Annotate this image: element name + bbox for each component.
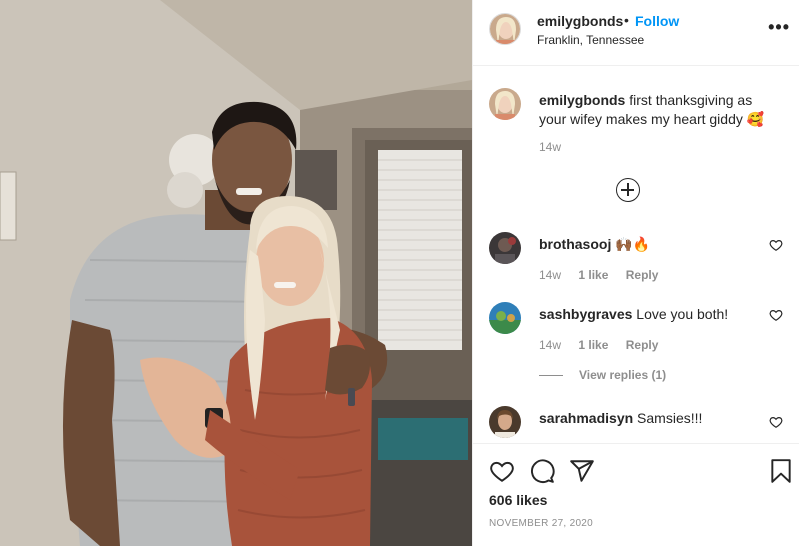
post-actions: 606 likes NOVEMBER 27, 2020 [473, 443, 799, 546]
paper-plane-icon[interactable] [569, 458, 595, 484]
comment-text-block: sashbygraves Love you both! [539, 305, 728, 324]
comment-time[interactable]: 14w [539, 268, 561, 282]
separator-dot: • [624, 12, 629, 28]
comment-like-heart-icon[interactable] [769, 308, 783, 322]
comment-time[interactable]: 14w [539, 338, 561, 352]
caption-username[interactable]: emilygbonds [539, 92, 625, 108]
comment-likes[interactable]: 1 like [578, 268, 608, 282]
comment-like-heart-icon[interactable] [769, 238, 783, 252]
caption-time[interactable]: 14w [539, 140, 561, 154]
comment-meta: 14w 1 like Reply [539, 338, 672, 352]
heart-icon[interactable] [489, 458, 515, 484]
comment-text: Samsies!!! [633, 410, 703, 426]
commenter-avatar[interactable] [489, 302, 521, 334]
view-replies-label: View replies (1) [579, 368, 667, 382]
author-avatar[interactable] [489, 13, 521, 45]
comment-text-block: brothasooj 🙌🏾🔥 [539, 235, 650, 254]
post-date[interactable]: NOVEMBER 27, 2020 [489, 518, 593, 529]
bookmark-icon[interactable] [768, 458, 794, 484]
likes-count[interactable]: 606 likes [489, 492, 547, 508]
post-dialog: emilygbonds • Follow Franklin, Tennessee… [0, 0, 799, 546]
follow-button[interactable]: Follow [635, 13, 679, 29]
commenter-avatar[interactable] [489, 406, 521, 438]
comment-text-block: sarahmadisyn Samsies!!! [539, 409, 702, 428]
view-replies-button[interactable]: View replies (1) [539, 368, 666, 382]
comment-username[interactable]: sashbygraves [539, 306, 632, 322]
caption-avatar[interactable] [489, 88, 521, 120]
comment-meta: 14w 1 like Reply [539, 268, 672, 282]
comment-username[interactable]: sarahmadisyn [539, 410, 633, 426]
post-photo[interactable] [0, 0, 472, 546]
comment-like-heart-icon[interactable] [769, 415, 783, 429]
reply-button[interactable]: Reply [626, 268, 659, 282]
post-location[interactable]: Franklin, Tennessee [537, 33, 644, 47]
author-username[interactable]: emilygbonds [537, 13, 623, 29]
comment-text: 🙌🏾🔥 [611, 236, 651, 252]
post-photo-image [0, 0, 472, 546]
plus-circle-icon[interactable] [616, 178, 640, 202]
post-sidebar: emilygbonds • Follow Franklin, Tennessee… [472, 0, 799, 546]
comment-text: Love you both! [632, 306, 729, 322]
reply-button[interactable]: Reply [626, 338, 659, 352]
commenter-avatar[interactable] [489, 232, 521, 264]
caption-text-block: emilygbonds first thanksgiving as your w… [539, 91, 783, 129]
comment-likes[interactable]: 1 like [578, 338, 608, 352]
post-header: emilygbonds • Follow Franklin, Tennessee… [473, 0, 799, 66]
replies-divider-line [539, 375, 563, 377]
comment-username[interactable]: brothasooj [539, 236, 611, 252]
comment-icon[interactable] [529, 458, 555, 484]
more-options-icon[interactable]: ••• [768, 17, 790, 38]
